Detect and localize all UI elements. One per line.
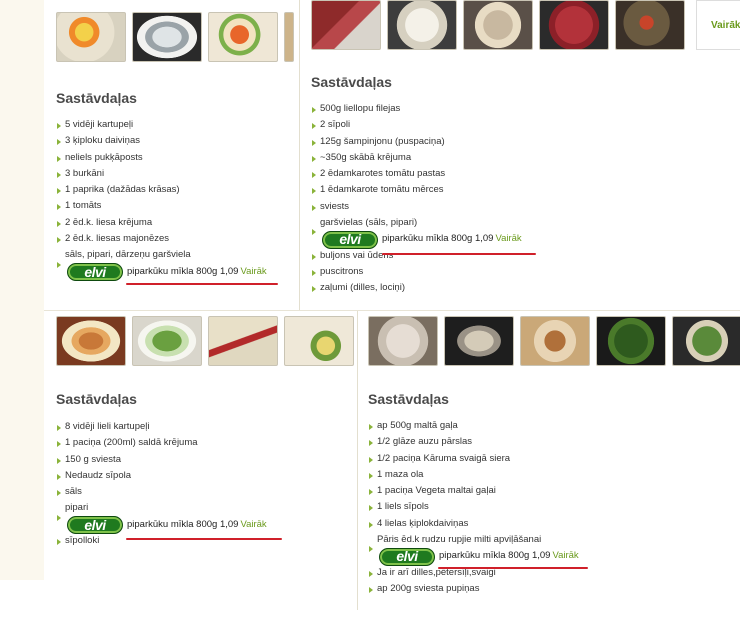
recipe-photo[interactable] — [284, 316, 354, 366]
ingredient-item: puscitrons — [312, 264, 522, 280]
ingredient-item: garšvielas (sāls, pipari) — [320, 217, 418, 229]
elvi-ad[interactable]: elvi piparkūku mīkla 800g 1,09 Vairāk — [312, 229, 522, 249]
highlight-underline — [382, 253, 536, 255]
ingredient-item: 1 tomāts — [57, 198, 267, 214]
ingredient-item: 1 paprika (dažādas krāsas) — [57, 182, 267, 198]
recipe-photo[interactable] — [132, 316, 202, 366]
ingredient-item: 500g liellopu filejas — [312, 101, 522, 117]
recipe-thumbnails — [311, 0, 685, 50]
highlight-underline — [126, 283, 278, 285]
more-link[interactable]: Vairāk — [552, 548, 578, 564]
section-heading: Sastāvdaļas — [56, 90, 137, 106]
ingredient-list: ap 500g maltā gaļa 1/2 glāze auzu pārslas… — [369, 418, 579, 597]
ingredient-item: 4 lielas ķiplokdaiviņas — [369, 516, 579, 532]
recipe-photo[interactable] — [672, 316, 740, 366]
recipe-photo[interactable] — [520, 316, 590, 366]
ingredient-item: ap 200g sviesta pupiņas — [369, 581, 579, 597]
recipe-photo[interactable] — [311, 0, 381, 50]
ingredient-item: buljons vai ūdens — [312, 248, 522, 264]
bullet-icon — [57, 514, 61, 521]
recipe-photo[interactable] — [208, 12, 278, 62]
ingredient-item: sāls, pipari, dārzeņu garšviela — [65, 249, 191, 261]
ingredient-item: 125g šampinjonu (puspaciņa) — [312, 134, 522, 150]
ad-text[interactable]: piparkūku mīkla 800g 1,09 — [127, 264, 238, 280]
recipe-thumbnails — [56, 12, 294, 62]
elvi-logo[interactable]: elvi — [322, 230, 378, 249]
ingredient-item: Pāris ēd.k rudzu rupjie milti apviļāšana… — [377, 534, 542, 546]
ingredient-item: sīpolloki — [57, 533, 267, 549]
row-divider — [44, 310, 740, 311]
ingredient-item: 2 ēdamkarotes tomātu pastas — [312, 166, 522, 182]
ingredient-item: 1 ēdamkarote tomātu mērces — [312, 182, 522, 198]
ingredient-item: 2 ēd.k. liesas majonēzes — [57, 231, 267, 247]
ingredient-item: 3 ķiploku daiviņas — [57, 133, 267, 149]
recipe-photo[interactable] — [539, 0, 609, 50]
elvi-ad[interactable]: elvi piparkūku mīkla 800g 1,09 Vairāk — [57, 261, 267, 281]
ingredient-item: ~350g skābā krējuma — [312, 150, 522, 166]
elvi-logo[interactable]: elvi — [67, 262, 123, 281]
ingredient-item: 1 liels sīpols — [369, 499, 579, 515]
recipe-photo[interactable] — [56, 316, 126, 366]
ingredient-list: 5 vidēji kartupeļi 3 ķiploku daiviņas neli… — [57, 117, 267, 281]
recipe-photo[interactable] — [284, 12, 294, 62]
ingredient-item: pipari — [65, 502, 89, 514]
ingredient-item: 1 paciņa Vegeta maltai gaļai — [369, 483, 579, 499]
ingredient-list: 500g liellopu filejas 2 sīpoli 125g šampin… — [312, 101, 522, 297]
ad-text[interactable]: piparkūku mīkla 800g 1,09 — [382, 231, 493, 247]
recipe-photo[interactable] — [208, 316, 278, 366]
bullet-icon — [369, 546, 373, 553]
more-link[interactable]: Vairāk — [696, 0, 740, 50]
ingredient-item: 5 vidēji kartupeļi — [57, 117, 267, 133]
recipe-thumbnails — [56, 316, 354, 366]
highlight-underline — [126, 538, 282, 540]
recipe-photo[interactable] — [132, 12, 202, 62]
ingredient-item: 1 paciņa (200ml) saldā krējuma — [57, 435, 267, 451]
left-background — [0, 0, 44, 300]
section-heading: Sastāvdaļas — [368, 391, 449, 407]
elvi-logo[interactable]: elvi — [67, 515, 123, 534]
ingredient-item: 2 ēd.k. liesa krējuma — [57, 215, 267, 231]
ingredient-item: 1/2 glāze auzu pārslas — [369, 434, 579, 450]
more-link[interactable]: Vairāk — [240, 517, 266, 533]
column-divider — [357, 310, 358, 610]
recipe-photo[interactable] — [56, 12, 126, 62]
ingredient-item: 2 sīpoli — [312, 117, 522, 133]
column-divider — [299, 0, 300, 310]
ingredient-item: neliels pukķāposts — [57, 150, 267, 166]
left-background — [0, 300, 44, 580]
ingredient-item: 8 vidēji lieli kartupeļi — [57, 419, 267, 435]
elvi-logo[interactable]: elvi — [379, 547, 435, 566]
ingredient-item: 1 maza ola — [369, 467, 579, 483]
ingredient-item: sviests — [312, 199, 522, 215]
recipe-thumbnails — [368, 316, 740, 366]
recipe-photo[interactable] — [368, 316, 438, 366]
ad-text[interactable]: piparkūku mīkla 800g 1,09 — [127, 517, 238, 533]
ingredient-item: 3 burkāni — [57, 166, 267, 182]
ad-text[interactable]: piparkūku mīkla 800g 1,09 — [439, 548, 550, 564]
section-heading: Sastāvdaļas — [56, 391, 137, 407]
more-link[interactable]: Vairāk — [495, 231, 521, 247]
ingredient-item: 150 g sviesta — [57, 452, 267, 468]
ingredient-item: ap 500g maltā gaļa — [369, 418, 579, 434]
recipe-photo[interactable] — [387, 0, 457, 50]
ingredient-item: zaļumi (dilles, lociņi) — [312, 280, 522, 296]
more-link[interactable]: Vairāk — [240, 264, 266, 280]
section-heading: Sastāvdaļas — [311, 74, 392, 90]
recipe-photo[interactable] — [615, 0, 685, 50]
recipe-photo[interactable] — [444, 316, 514, 366]
ingredient-item: sāls — [57, 484, 267, 500]
bullet-icon — [312, 229, 316, 236]
ingredient-item: Nedaudz sīpola — [57, 468, 267, 484]
bullet-icon — [57, 261, 61, 268]
ingredient-item: 1/2 paciņa Kāruma svaigā siera — [369, 451, 579, 467]
elvi-ad[interactable]: elvi piparkūku mīkla 800g 1,09 Vairāk — [369, 546, 579, 566]
recipe-photo[interactable] — [596, 316, 666, 366]
ingredient-list: 8 vidēji lieli kartupeļi 1 paciņa (200ml)… — [57, 419, 267, 549]
elvi-ad[interactable]: elvi piparkūku mīkla 800g 1,09 Vairāk — [57, 514, 267, 534]
highlight-underline — [438, 567, 588, 569]
recipe-photo[interactable] — [463, 0, 533, 50]
